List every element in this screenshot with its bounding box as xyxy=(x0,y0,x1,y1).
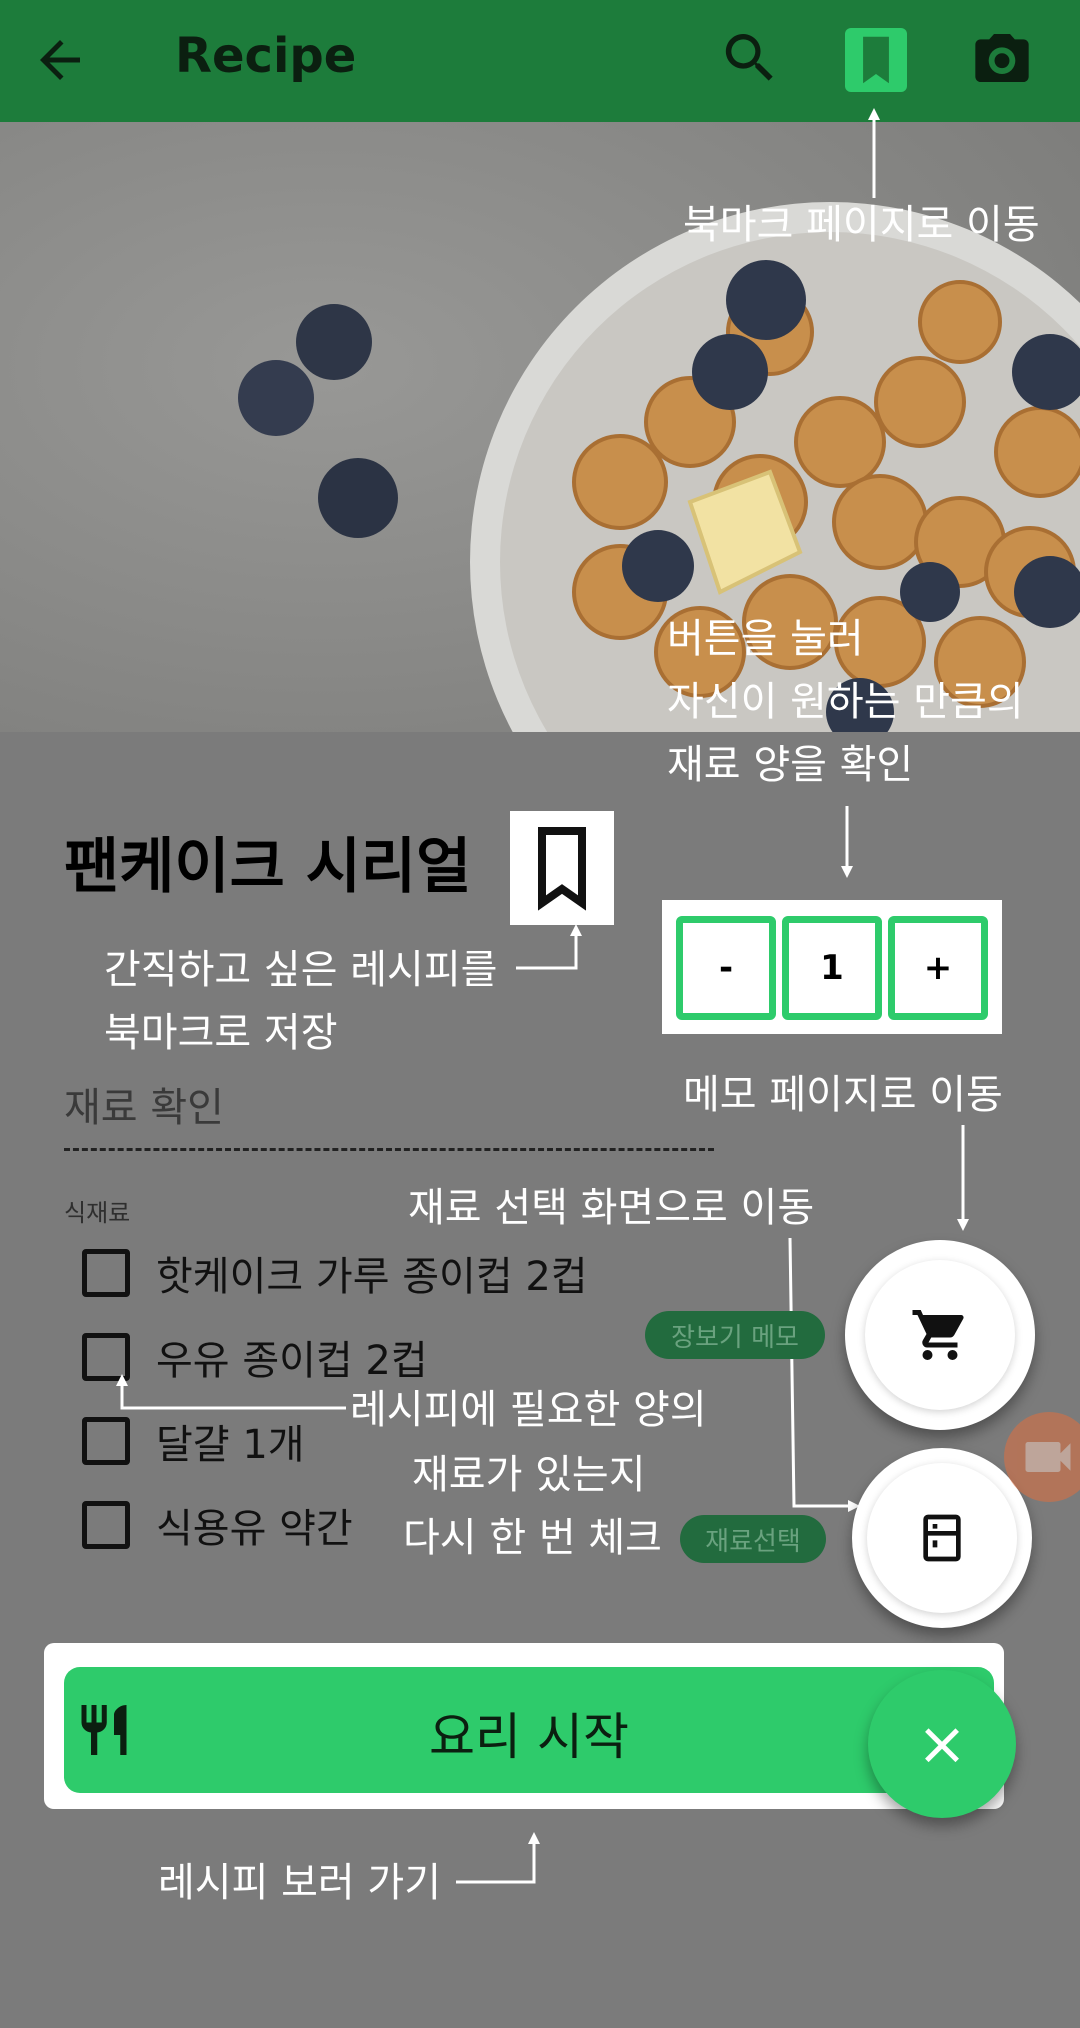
annotation-arrow xyxy=(788,1237,860,1512)
ingredient-select-chip[interactable]: 재료선택 xyxy=(680,1515,826,1563)
close-icon: × xyxy=(916,1709,968,1779)
list-item: 핫케이크 가루 종이컵 2컵 xyxy=(82,1244,588,1302)
ingredient-select-fab[interactable] xyxy=(852,1448,1032,1628)
annotation-arrow xyxy=(116,1374,346,1410)
increase-button[interactable]: + xyxy=(888,916,988,1020)
save-bookmark-button[interactable] xyxy=(510,811,614,925)
annotation-arrow xyxy=(456,1832,540,1884)
annotation-servings-3: 재료 양을 확인 xyxy=(667,742,914,788)
start-cooking-button[interactable]: 요리 시작 xyxy=(64,1667,994,1793)
arrow-back-icon[interactable] xyxy=(30,30,90,90)
annotation-arrow xyxy=(868,108,880,198)
cart-icon xyxy=(912,1310,964,1360)
annotation-go-recipe: 레시피 보러 가기 xyxy=(158,1860,442,1906)
annotation-check-3: 다시 한 번 체크 xyxy=(403,1515,662,1561)
annotation-memo-page: 메모 페이지로 이동 xyxy=(683,1072,1003,1118)
servings-value: 1 xyxy=(782,916,882,1020)
start-cooking-label: 요리 시작 xyxy=(429,1708,629,1766)
annotation-save-1: 간직하고 싶은 레시피를 xyxy=(104,947,498,993)
ingredient-checkbox[interactable] xyxy=(82,1501,130,1549)
list-item: 식용유 약간 xyxy=(82,1496,353,1554)
annotation-arrow xyxy=(841,806,853,878)
ingredient-name: 식용유 약간 xyxy=(156,1506,353,1552)
search-icon[interactable] xyxy=(718,26,782,90)
ingredient-checkbox[interactable] xyxy=(82,1417,130,1465)
page-title: Recipe xyxy=(175,28,357,84)
annotation-ingredient-select: 재료 선택 화면으로 이동 xyxy=(408,1185,815,1231)
video-icon xyxy=(1025,1442,1071,1472)
divider xyxy=(64,1148,714,1151)
decrease-button[interactable]: - xyxy=(676,916,776,1020)
ingredients-label: 식재료 xyxy=(64,1199,131,1227)
section-label: 재료 확인 xyxy=(64,1085,224,1131)
ingredient-checkbox[interactable] xyxy=(82,1249,130,1297)
annotation-arrow xyxy=(516,924,582,970)
bookmark-button[interactable] xyxy=(845,28,907,92)
annotation-arrow xyxy=(957,1125,969,1231)
close-fab-button[interactable]: × xyxy=(868,1670,1016,1818)
annotation-save-2: 북마크로 저장 xyxy=(104,1010,338,1056)
annotation-check-1: 레시피에 필요한 양의 xyxy=(350,1387,707,1433)
annotation-servings-1: 버튼을 눌러 xyxy=(667,616,864,662)
recipe-title: 팬케이크 시리얼 xyxy=(64,832,472,902)
servings-stepper: - 1 + xyxy=(662,900,1002,1034)
bookmark-icon xyxy=(863,36,889,84)
annotation-check-2: 재료가 있는지 xyxy=(412,1452,646,1498)
fridge-icon xyxy=(923,1514,961,1562)
camera-icon[interactable] xyxy=(970,26,1034,90)
app-bar: Recipe xyxy=(0,0,1080,122)
annotation-servings-2: 자신이 원하는 만큼의 xyxy=(667,679,1024,725)
list-item: 달걀 1개 xyxy=(82,1412,305,1470)
bookmark-outline-icon xyxy=(538,827,586,911)
shopping-memo-chip[interactable]: 장보기 메모 xyxy=(645,1311,825,1359)
ingredient-name: 달걀 1개 xyxy=(156,1422,305,1468)
annotation-bookmark-page: 북마크 페이지로 이동 xyxy=(683,202,1040,248)
ingredient-name: 핫케이크 가루 종이컵 2컵 xyxy=(156,1254,588,1300)
memo-fab[interactable] xyxy=(845,1240,1035,1430)
